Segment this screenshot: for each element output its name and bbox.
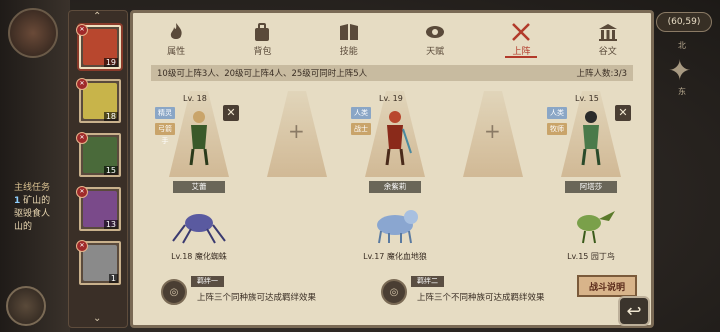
hero-badge-icon: ✕	[76, 240, 88, 252]
battle-info-button[interactable]: 战斗说明	[577, 275, 637, 297]
deploy-count: 上阵人数:3/3	[576, 69, 627, 79]
book-icon	[339, 24, 358, 40]
tab-deploy[interactable]: 上阵	[491, 15, 551, 58]
pet-figure	[377, 210, 418, 244]
tab-backpack[interactable]: 背包	[232, 15, 292, 57]
class-tag: 牧师	[547, 123, 567, 135]
add-hero-plus-icon[interactable]: +	[288, 119, 305, 143]
quest-line-3: 山的	[14, 222, 33, 232]
hero-level: 15	[103, 166, 118, 175]
quest-title: 主线任务	[14, 183, 51, 193]
deploy-info-bar: 10级可上阵3人、20级可上阵4人、25级可同时上阵5人 上阵人数:3/3	[151, 65, 633, 81]
hero-card-3[interactable]: ✕ 15	[76, 132, 121, 177]
pet-figure	[172, 214, 226, 244]
temple-icon	[598, 24, 617, 41]
compass-east-label: 东	[678, 87, 686, 96]
race-tag: 人类	[547, 107, 567, 119]
hero-roster: ⌃ ✕ 19 ✕ 18 ✕ 15 ✕ 13 ✕ 1 ⌄	[68, 10, 128, 328]
tab-label: 谷文	[598, 47, 617, 57]
slot-hero-level: Lv. 15	[575, 94, 599, 103]
roster-up-arrow-icon[interactable]: ⌃	[93, 11, 101, 22]
tab-label: 上阵	[512, 47, 531, 57]
crossed-swords-icon	[512, 23, 531, 41]
pet-label: Lv.17 魔化血地狼	[363, 252, 427, 261]
quest-line-2: 驱毁食人	[14, 209, 51, 219]
remove-hero-button[interactable]: ✕	[615, 105, 631, 121]
deploy-slot-4[interactable]: +	[447, 81, 539, 261]
hero-badge-icon: ✕	[76, 78, 88, 90]
menu-orb-button[interactable]	[6, 286, 46, 326]
deploy-slot-5[interactable]: Lv. 15 人类 牧师 ✕ 阿塔莎 Lv.15 园丁鸟	[545, 81, 637, 261]
flame-icon	[170, 23, 182, 39]
hero-figure	[189, 111, 209, 166]
quest-tracker[interactable]: 主线任务 1 矿山的 驱毁食人 山的	[14, 182, 50, 234]
compass-north-label: 北	[678, 41, 686, 50]
hero-name: 艾蕾	[173, 181, 225, 193]
slot-hero-level: Lv. 19	[379, 94, 403, 103]
tab-label: 背包	[253, 47, 272, 57]
compass: 北 ✦ 东	[660, 40, 710, 100]
bond-title: 羁绊一	[191, 276, 224, 287]
hero-level: 1	[108, 274, 118, 283]
tab-label: 属性	[167, 47, 186, 57]
pet-figure	[577, 211, 615, 244]
class-tag: 弓箭手	[155, 123, 175, 145]
hero-badge-icon: ✕	[76, 24, 88, 36]
bond-circle-icon: ◎	[381, 279, 407, 305]
hero-level: 19	[103, 58, 118, 67]
pet-label: Lv.15 园丁鸟	[567, 252, 615, 261]
eye-icon	[426, 26, 445, 38]
coordinates-readout: (60,59)	[656, 12, 712, 32]
hero-level: 18	[103, 112, 118, 121]
quest-number: 1	[14, 196, 21, 206]
hero-card-5[interactable]: ✕ 1	[76, 240, 121, 285]
class-tag: 战士	[351, 123, 371, 135]
remove-hero-button[interactable]: ✕	[223, 105, 239, 121]
bond-title: 羁绊二	[411, 276, 444, 287]
bond-1[interactable]: ◎ 羁绊一 上阵三个同种族可达成羁绊效果	[161, 276, 317, 305]
hero-name: 余紫莉	[369, 181, 421, 193]
bag-icon	[255, 23, 270, 41]
race-tag: 精灵	[155, 107, 175, 119]
deploy-slot-3[interactable]: Lv. 19 人类 战士 余紫莉 Lv.17 魔化血地狼	[349, 81, 441, 261]
hero-card-1[interactable]: ✕ 19	[76, 24, 121, 69]
deploy-slot-2[interactable]: +	[251, 81, 343, 261]
hero-name: 阿塔莎	[565, 181, 617, 193]
tab-label: 天赋	[426, 47, 445, 57]
hero-card-2[interactable]: ✕ 18	[76, 78, 121, 123]
tab-label: 技能	[339, 47, 358, 57]
race-tag: 人类	[351, 107, 371, 119]
bond-description: 上阵三个同种族可达成羁绊效果	[197, 293, 317, 303]
back-icon[interactable]: ↩	[618, 296, 650, 326]
tab-talent[interactable]: 天赋	[405, 15, 465, 57]
compass-star-icon: ✦	[668, 54, 692, 87]
hero-badge-icon: ✕	[76, 132, 88, 144]
bond-2[interactable]: ◎ 羁绊二 上阵三个不同种族可达成羁绊效果	[381, 276, 545, 305]
tab-bar: 属性 背包 技能 天赋 上阵 谷文	[133, 13, 651, 58]
quest-line-1: 矿山的	[23, 196, 51, 206]
roster-down-arrow-icon[interactable]: ⌄	[93, 313, 101, 324]
player-avatar[interactable]	[8, 8, 58, 58]
slot-hero-level: Lv. 18	[183, 94, 207, 103]
pet-label: Lv.18 魔化蜘蛛	[171, 252, 227, 261]
add-hero-plus-icon[interactable]: +	[484, 119, 501, 143]
hero-figure	[581, 111, 601, 166]
hero-level: 13	[103, 220, 118, 229]
tab-inscription[interactable]: 谷文	[578, 15, 638, 57]
tab-skills[interactable]: 技能	[319, 15, 379, 57]
hero-badge-icon: ✕	[76, 186, 88, 198]
hero-card-4[interactable]: ✕ 13	[76, 186, 121, 231]
formation-panel: 属性 背包 技能 天赋 上阵 谷文 10级可上阵3人、20级可上阵4人、25级可…	[130, 10, 654, 328]
bond-circle-icon: ◎	[161, 279, 187, 305]
deploy-slot-1[interactable]: Lv. 18 精灵 弓箭手 ✕ 艾蕾 Lv.18 魔化蜘蛛	[153, 81, 245, 261]
deploy-rule-text: 10级可上阵3人、20级可上阵4人、25级可同时上阵5人	[157, 69, 368, 79]
tab-attributes[interactable]: 属性	[146, 15, 206, 57]
hero-figure	[385, 111, 412, 166]
bond-description: 上阵三个不同种族可达成羁绊效果	[417, 293, 545, 303]
